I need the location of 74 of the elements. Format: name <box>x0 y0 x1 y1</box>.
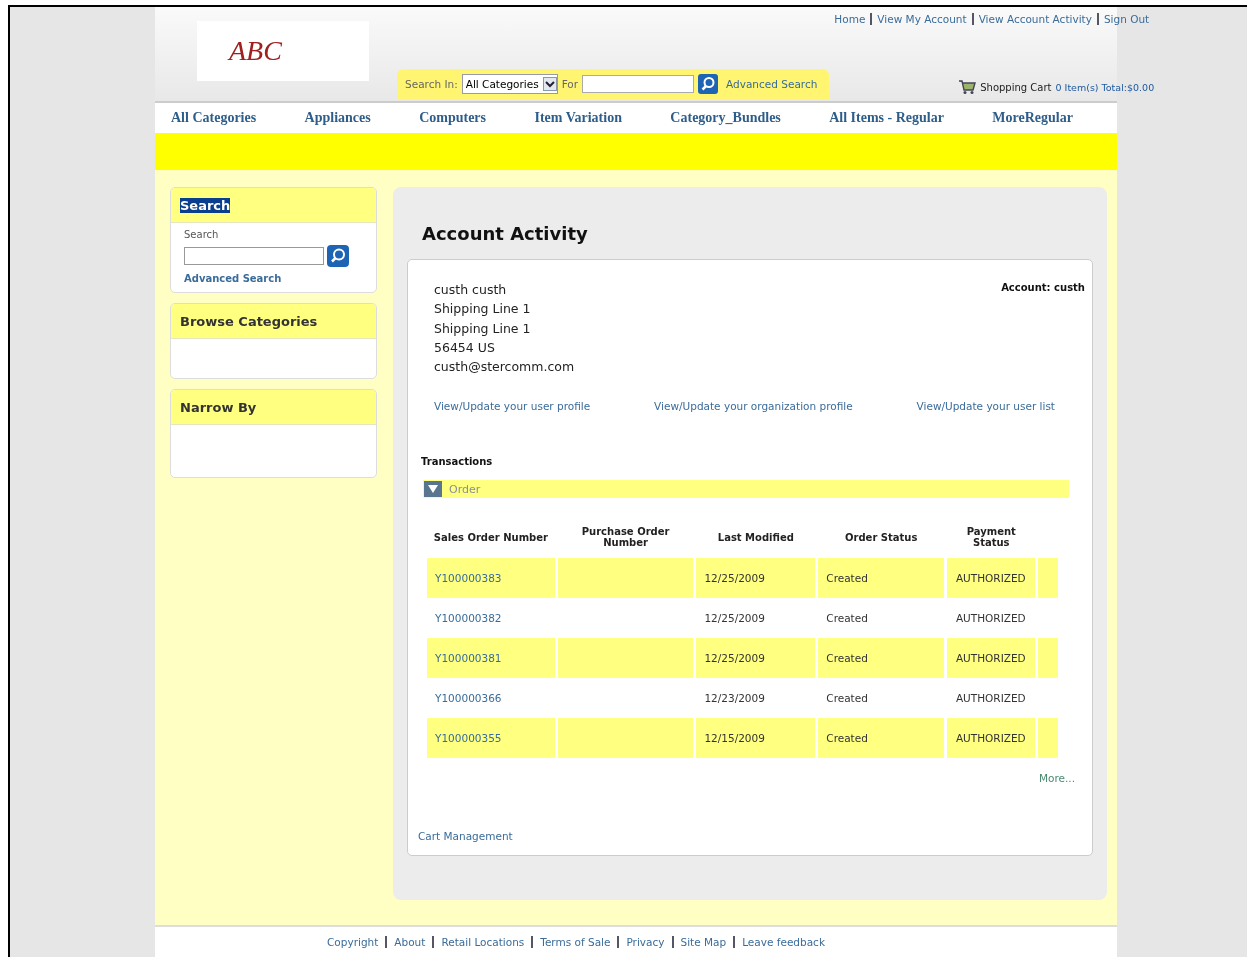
table-cell: Created <box>826 612 868 625</box>
table-cell: Created <box>826 572 868 585</box>
category-tab[interactable]: MoreRegular <box>992 110 1073 126</box>
table-cell: Created <box>826 652 868 665</box>
table-cell: AUTHORIZED <box>955 732 1026 745</box>
order-section-header[interactable]: Order <box>423 480 1069 499</box>
more-link[interactable]: More... <box>1038 772 1075 785</box>
footer-link[interactable]: Leave feedback <box>733 936 832 948</box>
footer-link[interactable]: Retail Locations <box>432 936 532 948</box>
category-tab[interactable]: Item Variation <box>534 110 622 126</box>
cart-management-link[interactable]: Cart Management <box>418 830 1085 843</box>
category-tab[interactable]: All Items - Regular <box>829 110 944 126</box>
section-label: Transactions <box>421 456 494 468</box>
panel-title: Search <box>180 197 231 213</box>
column-header: Purchase Order Number <box>580 525 671 551</box>
footer-link[interactable]: Copyright <box>320 936 386 948</box>
footer-link[interactable]: About <box>385 936 433 948</box>
category-select[interactable]: All Categories <box>461 74 558 94</box>
header-link[interactable]: Sign Out <box>1096 13 1155 25</box>
table-cell: Created <box>826 692 868 705</box>
table-cell: AUTHORIZED <box>955 652 1026 665</box>
category-tab[interactable]: Category_Bundles <box>670 110 781 126</box>
collapse-toggle-icon[interactable] <box>423 481 443 498</box>
search-icon[interactable] <box>327 245 349 267</box>
order-number-link[interactable]: Y100000366 <box>435 692 502 705</box>
order-number-link[interactable]: Y100000355 <box>435 732 502 745</box>
logo[interactable]: ABC <box>197 21 369 81</box>
account-label: Account: custh <box>1001 282 1085 295</box>
profile-link[interactable]: View/Update your user profile <box>434 400 591 413</box>
table-cell: AUTHORIZED <box>955 612 1026 625</box>
footer-link[interactable]: Privacy <box>617 936 672 948</box>
search-field[interactable] <box>184 247 324 265</box>
category-tab[interactable]: Computers <box>419 110 486 126</box>
order-number-link[interactable]: Y100000383 <box>435 572 502 585</box>
header-link[interactable]: View Account Activity <box>971 13 1097 25</box>
search-field[interactable] <box>582 75 695 93</box>
header-link[interactable]: Home <box>829 13 871 25</box>
category-tab[interactable]: Appliances <box>304 110 371 126</box>
address-line: Shipping Line 1 <box>434 319 532 338</box>
column-header: Payment Status <box>965 525 1017 551</box>
table-cell: 12/25/2009 <box>696 638 816 679</box>
order-number-link[interactable]: Y100000382 <box>435 612 502 625</box>
address-line: custh custh <box>434 281 508 299</box>
cart-summary[interactable]: 0 Item(s) Total:$0.00 <box>1055 81 1155 93</box>
profile-link[interactable]: View/Update your user list <box>916 400 1055 413</box>
address-line: Shipping Line 1 <box>434 300 532 319</box>
panel-title: Browse Categories <box>180 313 318 329</box>
advanced-search-link[interactable]: Advanced Search <box>726 78 818 90</box>
for-label: For <box>561 78 579 90</box>
address-line: 56454 US <box>434 338 496 357</box>
cart-icon[interactable] <box>958 79 977 95</box>
field-label: Search <box>184 229 220 240</box>
search-icon[interactable] <box>698 74 719 94</box>
order-number-link[interactable]: Y100000381 <box>435 652 502 665</box>
category-tab[interactable]: All Categories <box>171 110 257 126</box>
search-in-label: Search In: <box>405 78 458 90</box>
profile-link[interactable]: View/Update your organization profile <box>654 400 853 413</box>
table-cell: AUTHORIZED <box>955 572 1026 585</box>
page-title: Account Activity <box>422 223 589 244</box>
table-cell: 12/25/2009 <box>696 558 816 599</box>
footer-link[interactable]: Terms of Sale <box>531 936 618 948</box>
caret-icon <box>542 77 557 91</box>
table-cell: AUTHORIZED <box>955 692 1026 705</box>
cart-label[interactable]: Shopping Cart <box>980 81 1052 93</box>
panel-title: Narrow By <box>180 399 257 415</box>
column-header: Last Modified <box>716 531 795 545</box>
table-cell: Created <box>826 732 868 745</box>
table-cell: 12/15/2009 <box>696 718 816 759</box>
column-header: Sales Order Number <box>432 531 549 545</box>
footer-link[interactable]: Site Map <box>671 936 734 948</box>
address-line: custh@stercomm.com <box>434 358 575 377</box>
column-header: Order Status <box>844 531 919 545</box>
advanced-search-link[interactable]: Advanced Search <box>184 273 363 284</box>
header-link[interactable]: View My Account <box>870 13 972 25</box>
